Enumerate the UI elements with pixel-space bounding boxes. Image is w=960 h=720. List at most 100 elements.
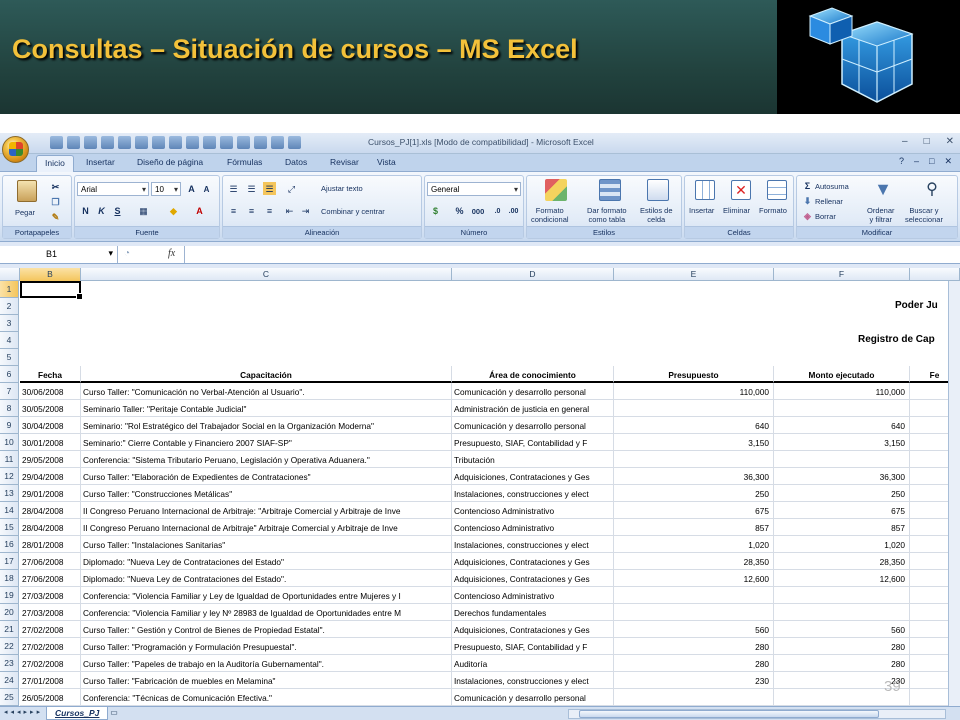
tab-revisar[interactable]: Revisar [330,157,359,167]
cell[interactable] [614,349,774,366]
row-header[interactable]: 15 [0,519,19,536]
maximize-button[interactable]: □ [924,136,930,147]
table-cell[interactable]: Adquisiciones, Contrataciones y Ges [452,553,614,570]
row-header[interactable]: 25 [0,689,19,706]
cell[interactable] [81,298,452,315]
table-cell[interactable]: 28/01/2008 [20,536,81,553]
column-title[interactable]: Capacitación [81,366,452,383]
format-button[interactable]: Formato [759,206,787,215]
table-cell[interactable]: 27/02/2008 [20,655,81,672]
merge-center-button[interactable]: Combinar y centrar [321,207,385,216]
row-header[interactable]: 23 [0,655,19,672]
increase-decimal-icon[interactable]: .0 [491,204,504,217]
format-painter-qat-icon[interactable] [254,136,267,149]
row-header[interactable]: 24 [0,672,19,689]
table-cell[interactable]: Instalaciones, construcciones y elect [452,485,614,502]
table-cell[interactable]: 28/04/2008 [20,502,81,519]
table-cell[interactable]: 675 [774,502,910,519]
decrease-indent-icon[interactable]: ⇤ [283,204,296,217]
row-header[interactable]: 11 [0,451,19,468]
table-cell[interactable]: Diplomado: "Nueva Ley de Contrataciones … [81,570,452,587]
align-right-icon[interactable]: ≡ [263,204,276,217]
table-cell[interactable]: Tributación [452,451,614,468]
table-cell[interactable]: 280 [614,655,774,672]
sheet-nav-icon[interactable]: ◂◂◂▸▸▸ [4,708,43,716]
table-cell[interactable]: 28,350 [774,553,910,570]
tab-vista[interactable]: Vista [377,157,396,167]
number-format-select[interactable]: General [427,182,521,196]
paste-button[interactable]: Pegar [15,208,35,217]
table-cell[interactable] [774,604,910,621]
table-cell[interactable]: 36,300 [614,468,774,485]
table-cell[interactable]: Instalaciones, construcciones y elect [452,536,614,553]
cell[interactable] [81,315,452,332]
table-cell[interactable]: 27/01/2008 [20,672,81,689]
column-title[interactable]: Área de conocimiento [452,366,614,383]
close-button[interactable]: ✕ [946,136,954,147]
office-button[interactable] [2,136,29,163]
scroll-thumb[interactable] [579,710,879,718]
cell[interactable] [774,315,910,332]
table-cell[interactable]: II Congreso Peruano Internacional de Arb… [81,519,452,536]
shrink-font-icon[interactable]: A [200,182,213,195]
cell[interactable] [81,349,452,366]
table-cell[interactable]: 640 [614,417,774,434]
table-cell[interactable]: Seminario: "Rol Estratégico del Trabajad… [81,417,452,434]
formula-expand-icon[interactable]: ◔ [124,248,130,259]
undo-icon[interactable] [67,136,80,149]
table-cell[interactable]: 675 [614,502,774,519]
help-icon[interactable]: ? [899,156,904,167]
table-cell[interactable]: 27/06/2008 [20,570,81,587]
align-center-icon[interactable]: ≡ [245,204,258,217]
row-header[interactable]: 7 [0,383,19,400]
table-cell[interactable]: 857 [614,519,774,536]
tab-diseno-pagina[interactable]: Diseño de página [137,157,203,167]
borders-icon[interactable]: ▦ [137,204,150,217]
cell[interactable] [452,281,614,298]
doc-minimize-button[interactable]: – [914,156,919,167]
table-cell[interactable]: 29/01/2008 [20,485,81,502]
row-header[interactable]: 18 [0,570,19,587]
table-cell[interactable]: 29/04/2008 [20,468,81,485]
column-header-d[interactable]: D [452,268,614,281]
row-header[interactable]: 12 [0,468,19,485]
tab-datos[interactable]: Datos [285,157,307,167]
fill-button[interactable]: Rellenar [815,197,843,206]
percent-button[interactable]: % [453,204,466,217]
table-cell[interactable]: 3,150 [614,434,774,451]
tab-insertar[interactable]: Insertar [86,157,115,167]
font-color-icon[interactable]: A [193,204,206,217]
table-cell[interactable]: 857 [774,519,910,536]
format-as-table-button[interactable]: Dar formato como tabla [587,206,627,224]
cell[interactable] [452,315,614,332]
sort-filter-button[interactable]: Ordenar y filtrar [867,206,895,224]
vertical-scrollbar[interactable] [948,281,960,706]
increase-indent-icon[interactable]: ⇥ [299,204,312,217]
table-cell[interactable]: Auditoría [452,655,614,672]
format-painter-icon[interactable]: ✎ [49,210,62,223]
column-header-f[interactable]: F [774,268,910,281]
underline-button[interactable]: S [111,204,124,217]
table-cell[interactable]: II Congreso Peruano Internacional de Arb… [81,502,452,519]
cut-icon[interactable]: ✂ [49,180,62,193]
table-cell[interactable]: 28/04/2008 [20,519,81,536]
minimize-button[interactable]: – [902,136,908,147]
table-cell[interactable]: 27/06/2008 [20,553,81,570]
cell[interactable] [81,281,452,298]
column-title[interactable]: Fecha [20,366,81,383]
row-header[interactable]: 10 [0,434,19,451]
report-title[interactable]: Poder Ju [860,298,960,315]
table-cell[interactable]: Presupuesto, SIAF, Contabilidad y F [452,434,614,451]
table-cell[interactable]: Conferencia: "Violencia Familiar y Ley d… [81,587,452,604]
table-cell[interactable]: Contencioso Administrativo [452,502,614,519]
table-cell[interactable]: Curso Taller: "Comunicación no Verbal-At… [81,383,452,400]
row-header[interactable]: 17 [0,553,19,570]
fill-color-icon[interactable]: ◆ [167,204,180,217]
table-cell[interactable] [614,451,774,468]
cell[interactable] [614,298,774,315]
sort-asc-icon[interactable] [186,136,199,149]
cell[interactable] [20,349,81,366]
currency-icon[interactable]: $ [429,204,442,217]
table-cell[interactable]: Curso Taller: "Programación y Formulació… [81,638,452,655]
table-cell[interactable]: 28,350 [614,553,774,570]
